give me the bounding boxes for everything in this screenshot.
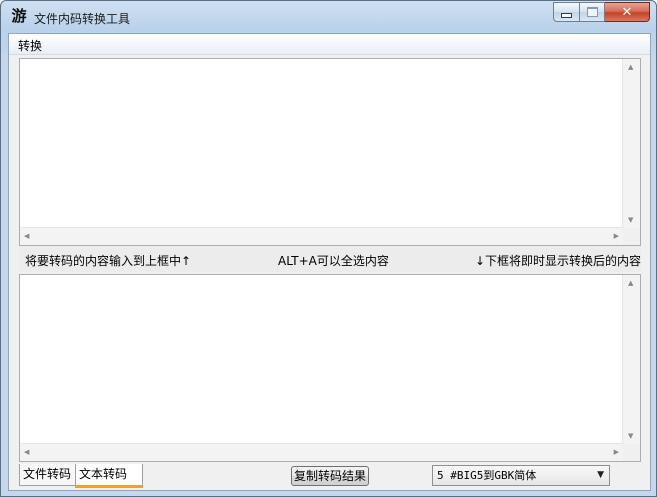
menu-bar: 转换 [9,34,650,55]
conversion-select[interactable]: 5 #BIG5到GBK简体 ▼ [432,465,610,486]
app-icon: 游 [11,7,27,25]
client-area: 转换 ▲ ▼ ◀ ▶ 将要转码的内容输入到上框中↑ ALT+A可以全选内容 ↓下… [8,33,651,491]
hint-output: ↓下框将即时显示转换后的内容 [474,254,641,268]
input-horizontal-scrollbar[interactable]: ◀ ▶ [20,227,623,245]
close-icon: ✕ [621,4,633,20]
bottom-bar: 文件转码 文本转码 复制转码结果 5 #BIG5到GBK简体 ▼ [9,464,650,490]
tab-text-convert[interactable]: 文本转码 [75,464,143,488]
output-horizontal-scrollbar[interactable]: ◀ ▶ [20,443,623,461]
minimize-icon [561,12,572,18]
scroll-up-icon[interactable]: ▲ [628,63,633,71]
output-textarea[interactable]: ▲ ▼ ◀ ▶ [19,274,641,462]
maximize-icon [586,7,598,17]
minimize-button[interactable] [553,2,580,22]
output-vertical-scrollbar[interactable]: ▲ ▼ [622,275,640,444]
hint-input: 将要转码的内容输入到上框中↑ [25,254,192,268]
scrollbar-corner [623,228,640,245]
scrollbar-corner [623,444,640,461]
input-vertical-scrollbar[interactable]: ▲ ▼ [622,59,640,228]
scroll-left-icon[interactable]: ◀ [24,232,29,240]
hint-select-all: ALT+A可以全选内容 [278,254,389,268]
chevron-down-icon[interactable]: ▼ [597,466,604,485]
maximize-button[interactable] [580,2,605,22]
scroll-down-icon[interactable]: ▼ [628,216,633,224]
caption-buttons: ✕ [553,2,650,22]
app-window: 游 文件内码转换工具 ✕ 转换 ▲ ▼ ◀ ▶ 将要转码的内容输入到上框中↑ A [0,0,657,497]
scroll-down-icon[interactable]: ▼ [628,432,633,440]
hint-bar: 将要转码的内容输入到上框中↑ ALT+A可以全选内容 ↓下框将即时显示转换后的内… [19,246,641,272]
window-title: 文件内码转换工具 [34,12,131,26]
scroll-right-icon[interactable]: ▶ [614,232,619,240]
menu-convert[interactable]: 转换 [18,37,42,54]
title-bar[interactable]: 游 文件内码转换工具 ✕ [1,1,656,33]
scroll-left-icon[interactable]: ◀ [24,448,29,456]
input-textarea[interactable]: ▲ ▼ ◀ ▶ [19,58,641,246]
close-button[interactable]: ✕ [605,2,650,22]
tab-file-convert[interactable]: 文件转码 [19,464,77,486]
scroll-up-icon[interactable]: ▲ [628,279,633,287]
conversion-select-value: 5 #BIG5到GBK简体 [437,469,537,482]
copy-result-button[interactable]: 复制转码结果 [291,466,369,486]
scroll-right-icon[interactable]: ▶ [614,448,619,456]
